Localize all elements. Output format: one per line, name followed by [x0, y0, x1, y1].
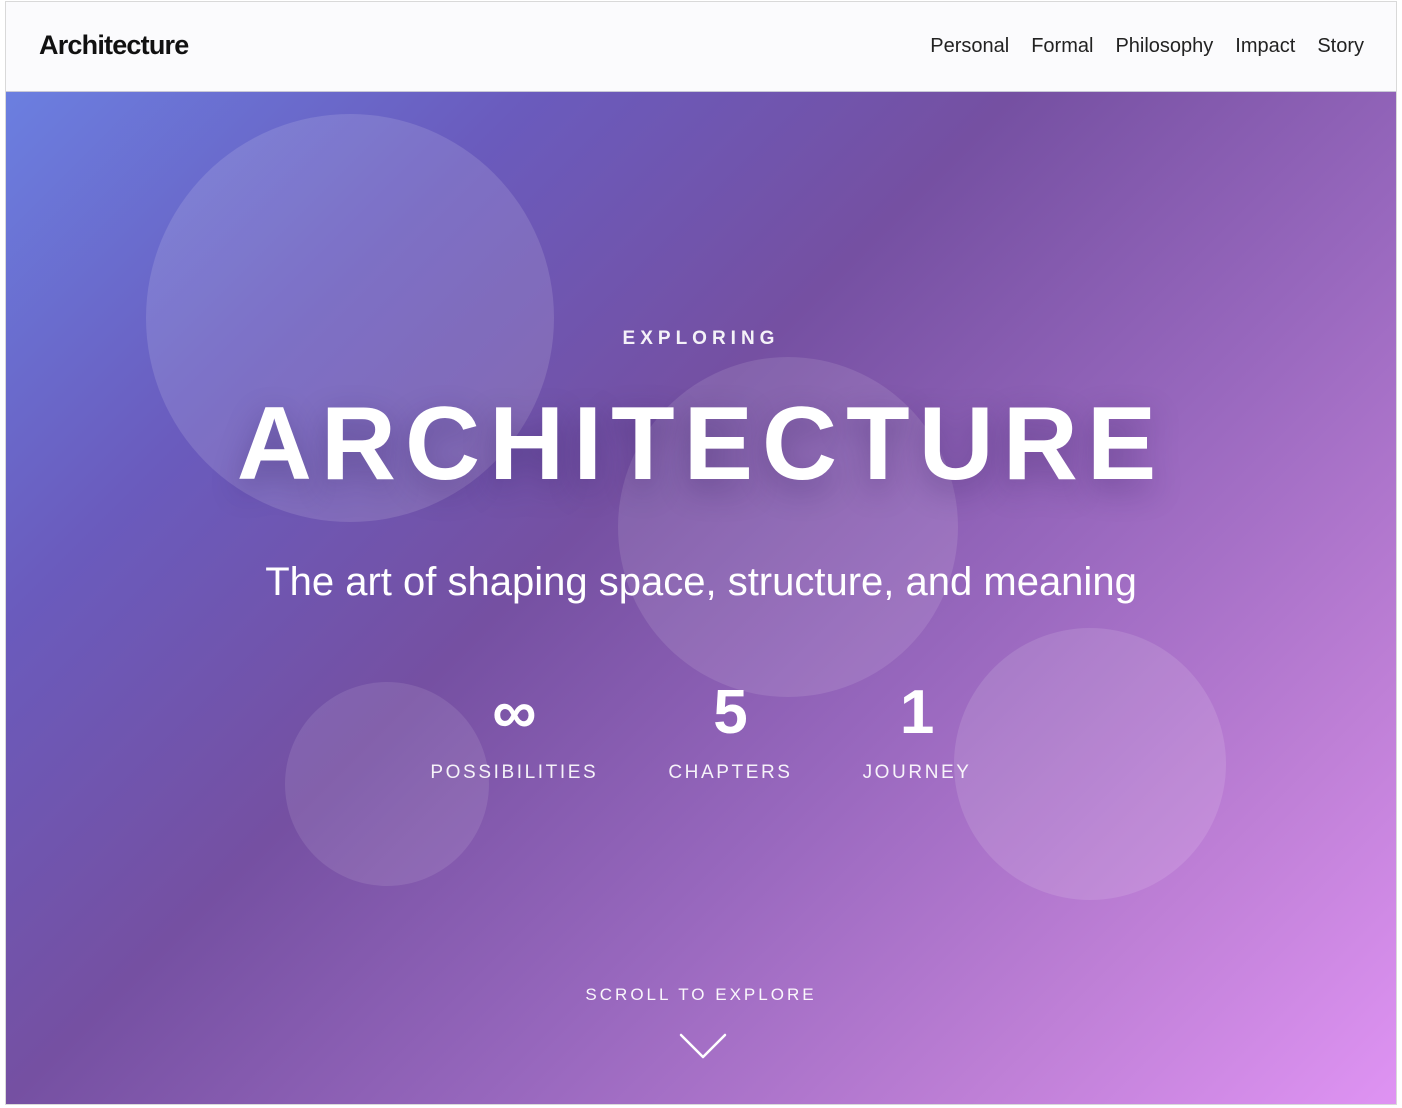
- stat-journey: 1 JOURNEY: [863, 682, 972, 784]
- browser-viewport: Architecture Personal Formal Philosophy …: [5, 1, 1397, 1105]
- nav-link-story[interactable]: Story: [1317, 35, 1364, 58]
- nav-link-impact[interactable]: Impact: [1235, 35, 1295, 58]
- stat-possibilities: ∞ POSSIBILITIES: [430, 682, 598, 784]
- stat-chapters: 5 CHAPTERS: [668, 682, 792, 784]
- hero-title: ARCHITECTURE: [236, 386, 1166, 502]
- nav-link-philosophy[interactable]: Philosophy: [1115, 35, 1213, 58]
- top-navbar: Architecture Personal Formal Philosophy …: [6, 2, 1396, 92]
- hero-section: EXPLORING ARCHITECTURE The art of shapin…: [6, 92, 1396, 1104]
- stat-value: 5: [713, 678, 748, 747]
- stat-value: ∞: [492, 678, 537, 747]
- hero-tagline: The art of shaping space, structure, and…: [265, 560, 1137, 604]
- stat-value: 1: [899, 678, 935, 747]
- nav-link-formal[interactable]: Formal: [1031, 35, 1093, 58]
- hero-eyebrow: EXPLORING: [622, 328, 780, 349]
- stat-label: JOURNEY: [862, 762, 972, 783]
- stat-label: CHAPTERS: [668, 762, 793, 783]
- stat-label: POSSIBILITIES: [430, 762, 599, 783]
- nav-link-personal[interactable]: Personal: [930, 35, 1009, 58]
- chevron-down-icon[interactable]: [679, 1032, 727, 1062]
- scroll-to-explore-link[interactable]: SCROLL TO EXPLORE: [6, 985, 1396, 1005]
- site-logo[interactable]: Architecture: [39, 30, 189, 61]
- nav-links: Personal Formal Philosophy Impact Story: [930, 35, 1364, 58]
- stats-row: ∞ POSSIBILITIES 5 CHAPTERS 1 JOURNEY: [6, 682, 1396, 784]
